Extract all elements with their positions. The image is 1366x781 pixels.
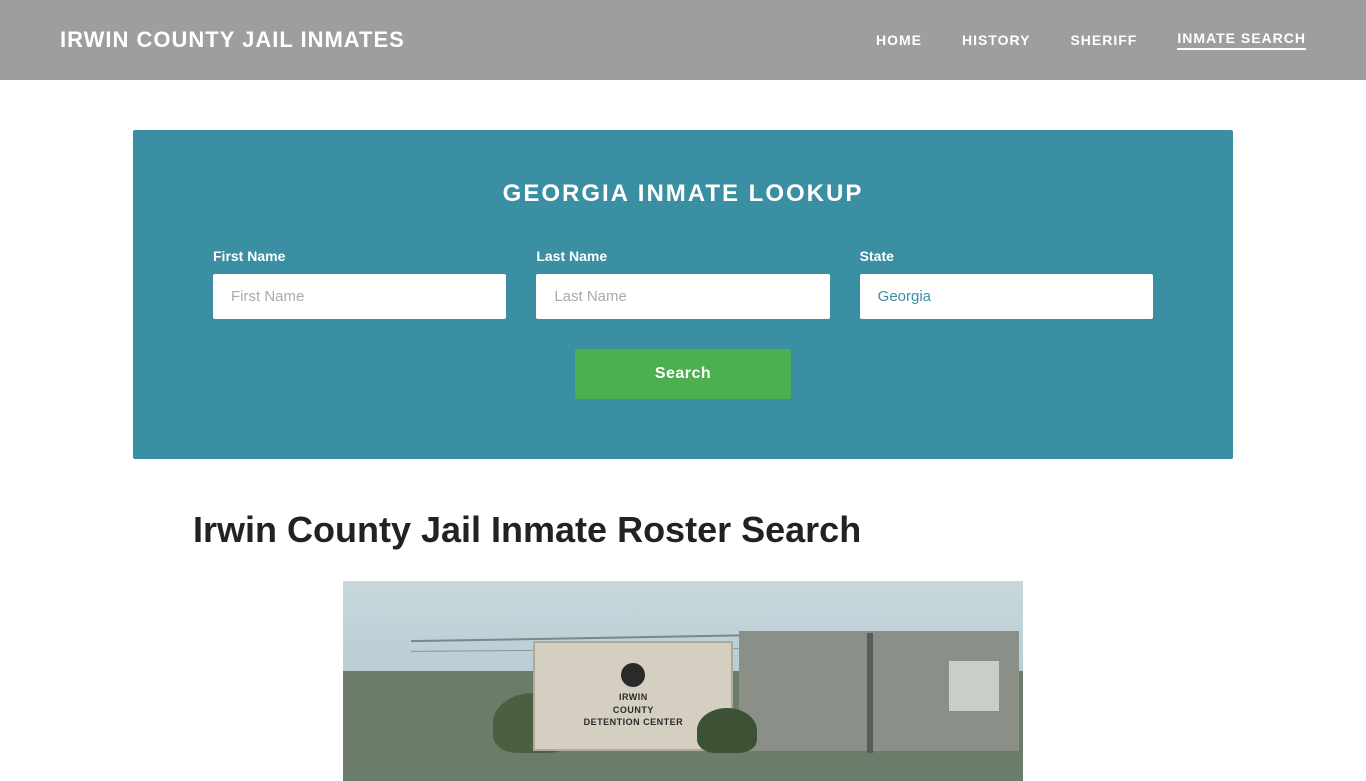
first-name-label: First Name xyxy=(213,248,506,264)
nav-home[interactable]: HOME xyxy=(876,32,922,48)
image-sign-logo xyxy=(621,663,645,687)
site-title: IRWIN COUNTY JAIL INMATES xyxy=(60,27,405,53)
section-title: Irwin County Jail Inmate Roster Search xyxy=(193,509,1173,551)
state-input[interactable] xyxy=(860,274,1153,319)
search-button[interactable]: Search xyxy=(575,349,791,399)
first-name-input[interactable] xyxy=(213,274,506,319)
form-row: First Name Last Name State xyxy=(213,248,1153,319)
image-building-window xyxy=(949,661,999,711)
state-label: State xyxy=(860,248,1153,264)
image-sign-text: IRWINCOUNTYDETENTION CENTER xyxy=(584,691,684,729)
jail-image: IRWINCOUNTYDETENTION CENTER xyxy=(343,581,1023,781)
nav-history[interactable]: HISTORY xyxy=(962,32,1030,48)
nav: HOME HISTORY SHERIFF INMATE SEARCH xyxy=(876,30,1306,50)
header: IRWIN COUNTY JAIL INMATES HOME HISTORY S… xyxy=(0,0,1366,80)
image-bush-2 xyxy=(697,708,757,753)
main-content: Irwin County Jail Inmate Roster Search I… xyxy=(133,509,1233,781)
search-section: GEORGIA INMATE LOOKUP First Name Last Na… xyxy=(133,130,1233,459)
last-name-group: Last Name xyxy=(536,248,829,319)
jail-image-container: IRWINCOUNTYDETENTION CENTER xyxy=(343,581,1023,781)
image-pole xyxy=(867,633,873,753)
search-button-row: Search xyxy=(213,349,1153,399)
last-name-input[interactable] xyxy=(536,274,829,319)
nav-inmate-search[interactable]: INMATE SEARCH xyxy=(1177,30,1306,50)
state-group: State xyxy=(860,248,1153,319)
image-building xyxy=(739,631,1019,751)
first-name-group: First Name xyxy=(213,248,506,319)
nav-sheriff[interactable]: SHERIFF xyxy=(1070,32,1137,48)
search-form-title: GEORGIA INMATE LOOKUP xyxy=(213,180,1153,208)
last-name-label: Last Name xyxy=(536,248,829,264)
